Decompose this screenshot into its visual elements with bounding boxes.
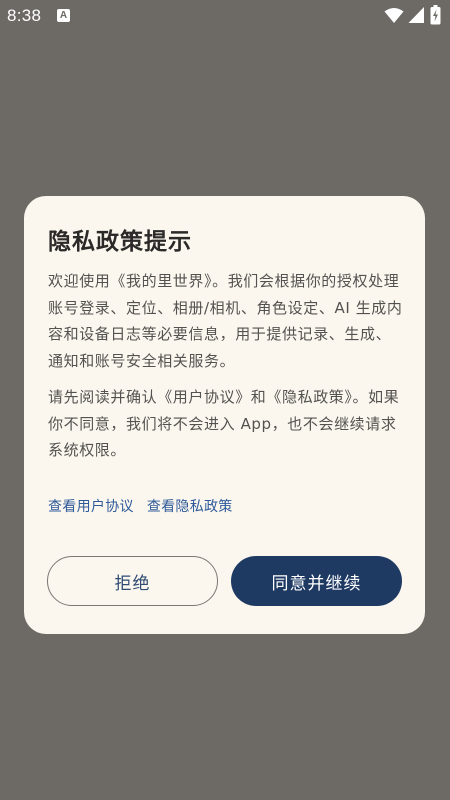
notification-a-icon: A [57,9,70,22]
status-bar: 8:38 A [0,0,450,32]
battery-charging-icon [430,5,441,25]
wifi-icon [384,8,404,23]
dialog-paragraph-confirm: 请先阅读并确认《用户协议》和《隐私政策》。如果你不同意，我们将不会进入 App，… [48,388,400,459]
dialog-paragraph-consent: 欢迎使用《我的里世界》。我们会根据你的授权处理账号登录、定位、相册/相机、角色设… [48,272,403,370]
policy-links: 查看用户协议 查看隐私政策 [48,496,233,516]
view-privacy-policy-link[interactable]: 查看隐私政策 [147,496,233,516]
agree-continue-button-label: 同意并继续 [271,573,362,594]
dialog-title: 隐私政策提示 [48,229,192,255]
status-time: 8:38 [7,6,42,25]
privacy-policy-dialog: 隐私政策提示 欢迎使用《我的里世界》。我们会根据你的授权处理账号登录、定位、相册… [24,196,425,634]
view-user-agreement-link[interactable]: 查看用户协议 [48,496,134,516]
notification-glyph: A [59,9,68,21]
agree-continue-button[interactable]: 同意并继续 [231,556,402,606]
reject-button-label: 拒绝 [114,573,151,594]
signal-icon [408,7,424,23]
reject-button[interactable]: 拒绝 [47,556,218,606]
